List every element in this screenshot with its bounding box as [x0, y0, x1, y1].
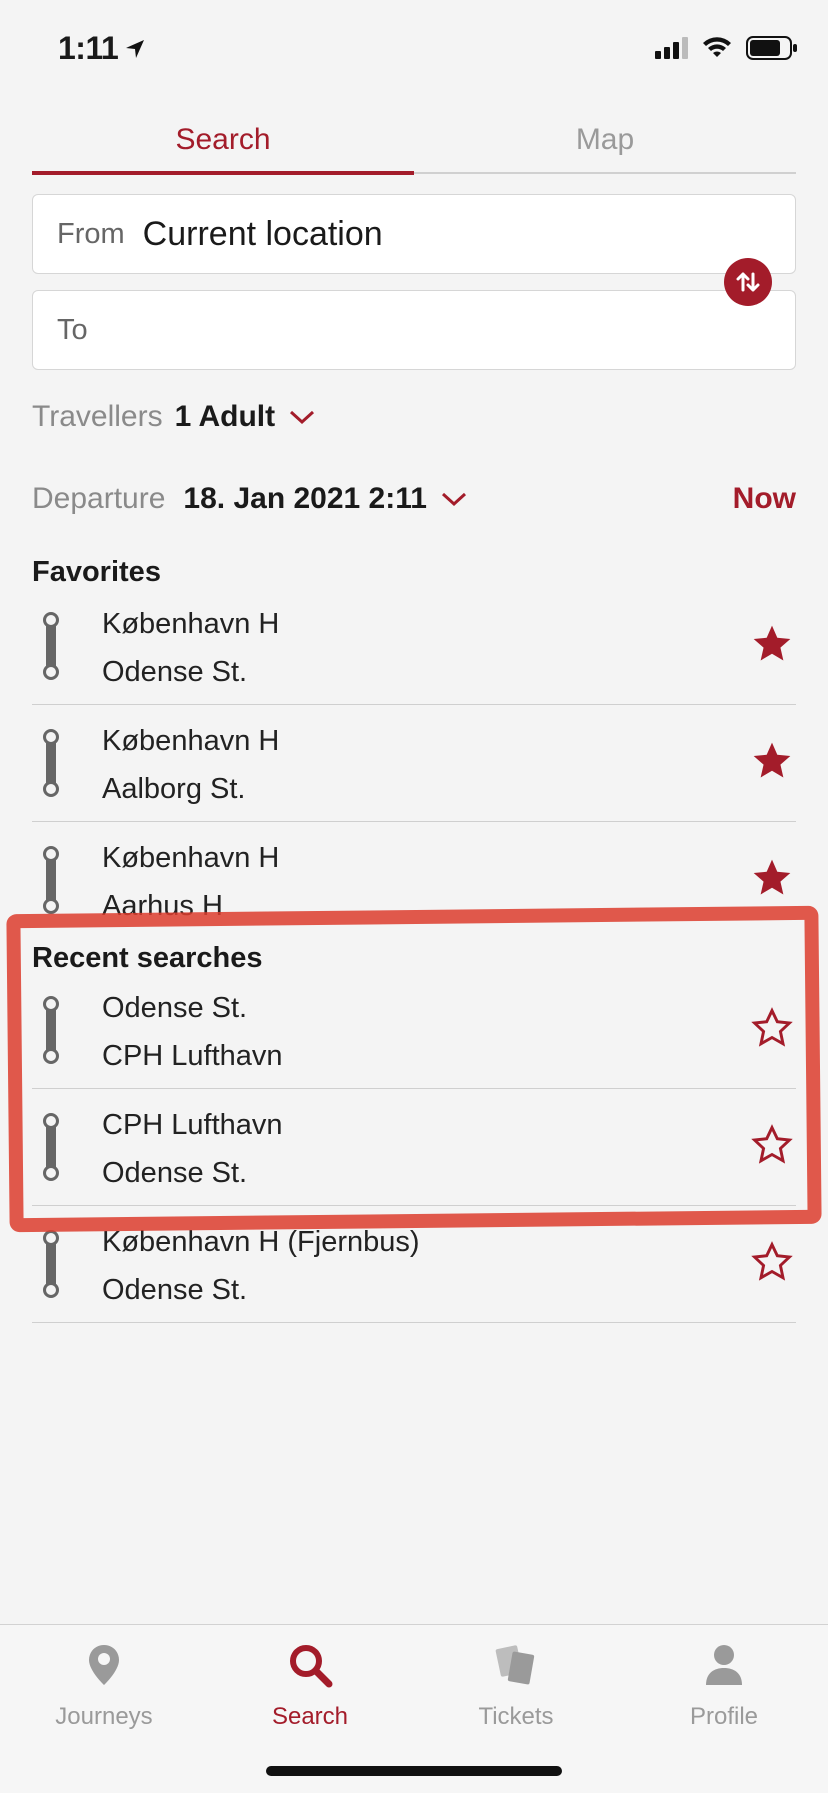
departure-row[interactable]: Departure 18. Jan 2021 2:11 [32, 482, 469, 516]
to-field[interactable]: To [32, 290, 796, 370]
star-outline-icon[interactable] [750, 1240, 794, 1284]
tabbar-profile-label: Profile [689, 1703, 759, 1730]
star-filled-icon[interactable] [750, 739, 794, 783]
wifi-icon [703, 37, 731, 57]
tab-map[interactable]: Map [414, 110, 796, 172]
favorite-item[interactable]: København H Aalborg St. [32, 705, 796, 822]
top-tabs: Search Map [32, 110, 796, 175]
swap-button[interactable] [724, 258, 772, 306]
annotation-highlight [6, 905, 822, 1233]
map-pin-icon [89, 1645, 119, 1685]
star-filled-icon[interactable] [750, 622, 794, 666]
from-label: From [57, 217, 125, 250]
favorites-title: Favorites [32, 556, 161, 588]
home-indicator [266, 1766, 562, 1776]
tab-search[interactable]: Search [32, 110, 414, 175]
tabbar-search-label: Search [271, 1703, 349, 1730]
tabbar-journeys-label: Journeys [55, 1703, 153, 1730]
status-icons [655, 36, 798, 60]
travellers-row[interactable]: Travellers 1 Adult [32, 400, 317, 434]
route-to: Odense St. [102, 1274, 248, 1306]
route-icon [42, 729, 59, 797]
person-icon [706, 1645, 742, 1685]
travellers-label: Travellers [32, 400, 163, 433]
route-to: Aalborg St. [102, 773, 246, 805]
star-filled-icon[interactable] [750, 856, 794, 900]
from-field[interactable]: From Current location [32, 194, 796, 274]
chevron-down-icon [441, 492, 466, 507]
favorite-item[interactable]: København H Odense St. [32, 588, 796, 705]
to-label: To [57, 313, 88, 346]
tabbar-search[interactable]: Search [230, 1639, 390, 1731]
route-to: Odense St. [102, 656, 248, 688]
chevron-down-icon [290, 410, 315, 425]
route-from: København H [102, 842, 280, 874]
route-icon [42, 846, 59, 914]
search-icon [290, 1645, 333, 1688]
tabbar-tickets-label: Tickets [478, 1703, 554, 1730]
route-from: København H (Fjernbus) [102, 1226, 420, 1258]
route-icon [42, 612, 59, 680]
tabbar-profile[interactable]: Profile [644, 1639, 804, 1731]
status-time: 1:11 [58, 30, 146, 67]
now-button[interactable]: Now [733, 482, 796, 516]
departure-label: Departure [32, 482, 166, 515]
tabbar-journeys[interactable]: Journeys [24, 1639, 184, 1731]
route-from: København H [102, 608, 280, 640]
departure-value: 18. Jan 2021 2:11 [183, 482, 427, 515]
tickets-icon [495, 1645, 535, 1685]
battery-icon [746, 36, 797, 60]
from-value: Current location [142, 214, 383, 253]
location-arrow-icon [126, 39, 145, 58]
route-from: København H [102, 725, 280, 757]
tabbar-tickets[interactable]: Tickets [436, 1639, 596, 1731]
status-time-text: 1:11 [58, 30, 119, 66]
swap-arrows-icon [736, 272, 760, 292]
signal-icon [655, 37, 688, 59]
travellers-value: 1 Adult [174, 400, 276, 433]
route-icon [42, 1230, 59, 1298]
